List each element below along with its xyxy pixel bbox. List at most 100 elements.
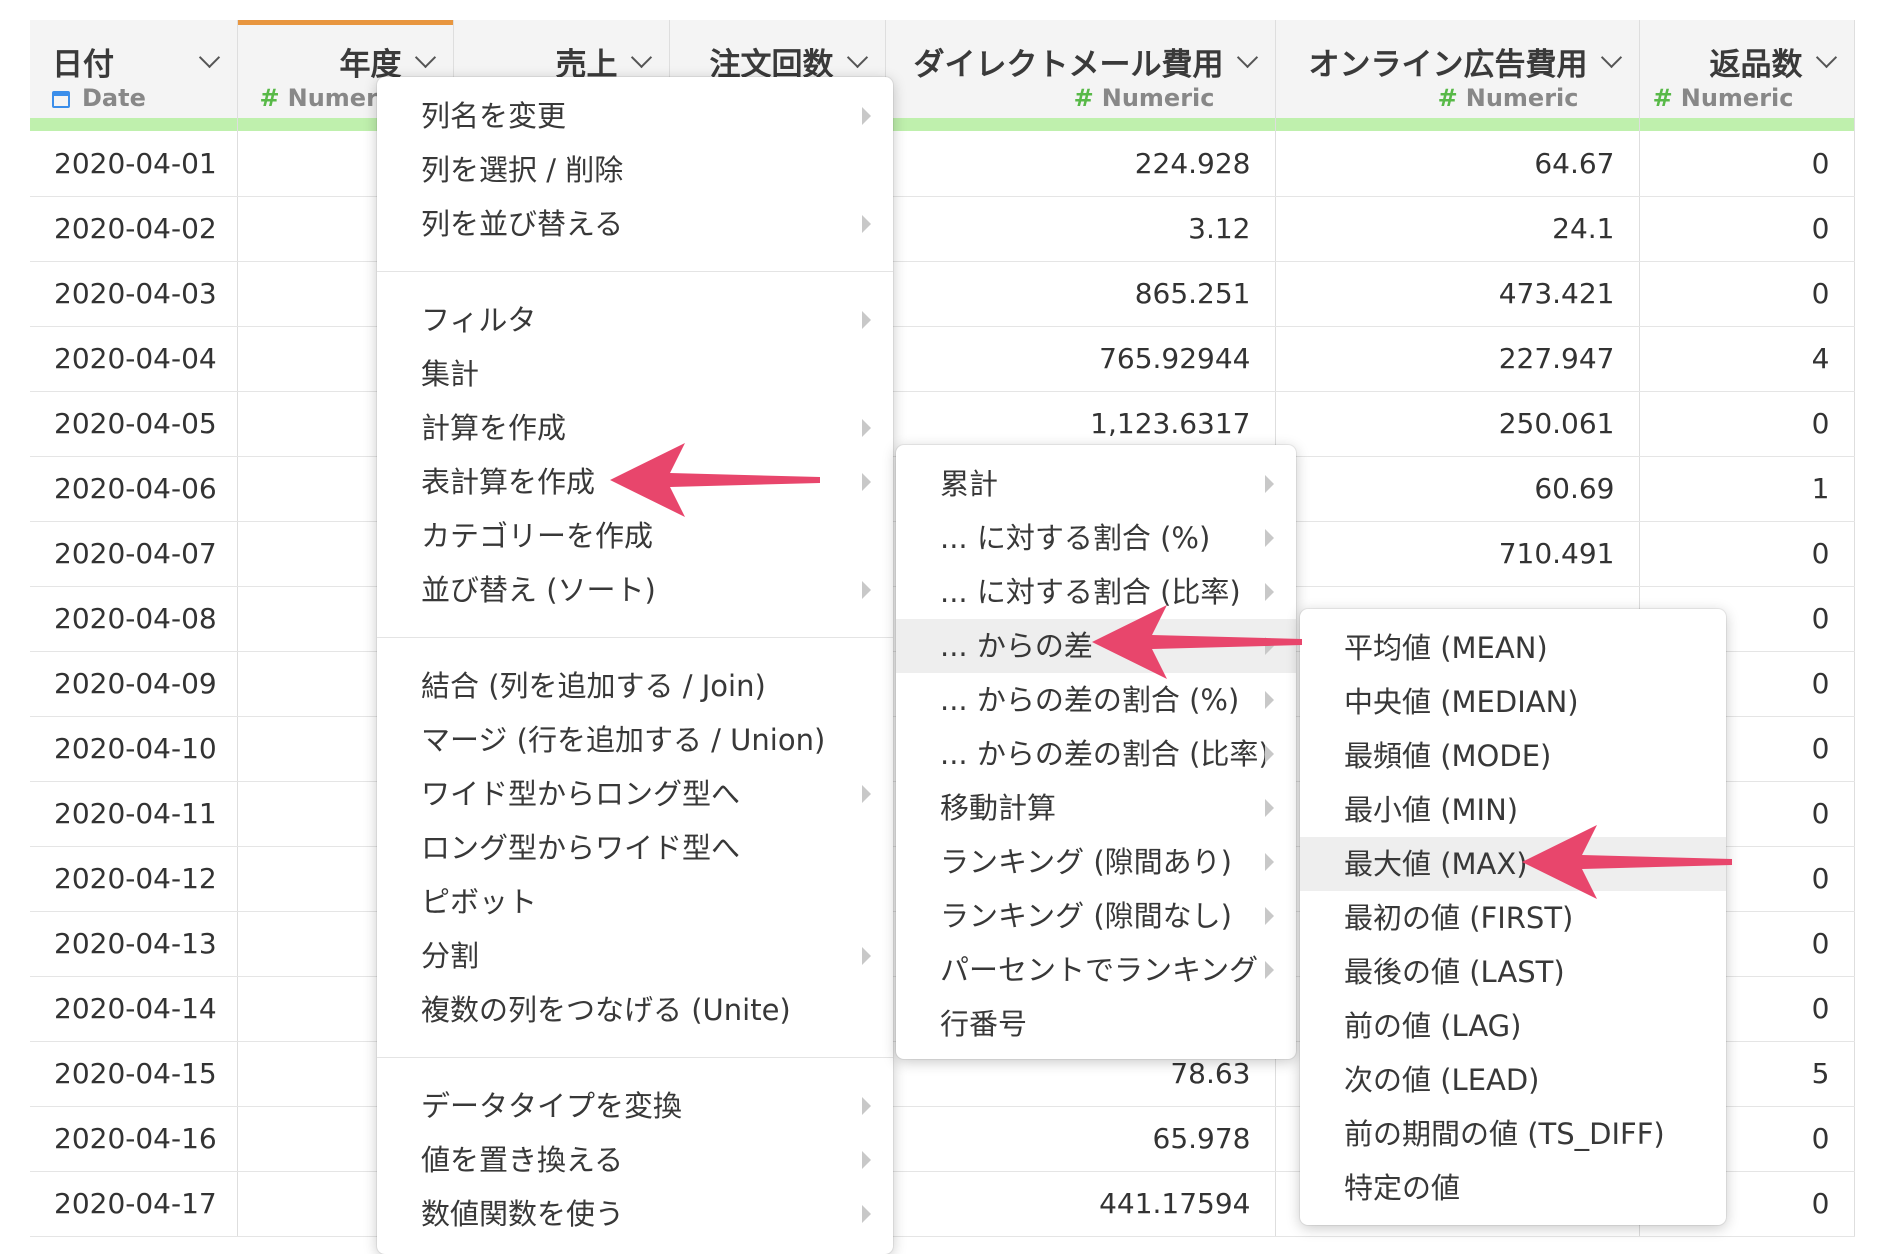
table-cell[interactable]: 3.12	[885, 196, 1276, 262]
menu-item-label: ピボット	[421, 885, 538, 919]
menu-item[interactable]: 列名を変更	[377, 89, 893, 143]
menu-item[interactable]: 数値関数を使う	[377, 1187, 893, 1241]
menu-item[interactable]: ... からの差の割合 (%)	[896, 673, 1296, 727]
menu-item[interactable]: 前の期間の値 (TS_DIFF)	[1300, 1107, 1726, 1161]
column-header[interactable]: オンライン広告費用 # Numeric	[1275, 20, 1640, 118]
menu-item-label: ランキング (隙間なし)	[940, 899, 1232, 933]
menu-item[interactable]: 分割	[377, 929, 893, 983]
menu-item[interactable]: 最大値 (MAX)	[1300, 837, 1726, 891]
menu-item[interactable]: 表計算を作成	[377, 455, 893, 509]
table-cell[interactable]: 0	[1639, 196, 1855, 262]
menu-item[interactable]: 中央値 (MEDIAN)	[1300, 675, 1726, 729]
menu-item-label: 最小値 (MIN)	[1344, 793, 1519, 827]
table-cell[interactable]: 0	[1639, 521, 1855, 587]
table-cell[interactable]: 2020-04-03	[30, 261, 238, 327]
menu-item[interactable]: 並び替え (ソート)	[377, 563, 893, 617]
table-cell[interactable]: 2020-04-12	[30, 846, 238, 912]
column-header[interactable]: 返品数 # Numeric	[1639, 20, 1855, 118]
menu-item[interactable]: ... に対する割合 (比率)	[896, 565, 1296, 619]
menu-item-label: 前の期間の値 (TS_DIFF)	[1344, 1117, 1665, 1151]
menu-item[interactable]: ワイド型からロング型へ	[377, 767, 893, 821]
table-cell[interactable]: 2020-04-06	[30, 456, 238, 522]
menu-item[interactable]: カテゴリーを作成	[377, 509, 893, 563]
table-cell[interactable]: 2020-04-14	[30, 976, 238, 1042]
table-cell[interactable]: 473.421	[1275, 261, 1640, 327]
table-cell[interactable]: 65.978	[885, 1106, 1276, 1172]
menu-item[interactable]: ... に対する割合 (%)	[896, 511, 1296, 565]
table-cell[interactable]: 64.67	[1275, 131, 1640, 197]
menu-item[interactable]: 最小値 (MIN)	[1300, 783, 1726, 837]
column-header[interactable]: ダイレクトメール費用 # Numeric	[885, 20, 1276, 118]
table-cell[interactable]: 2020-04-05	[30, 391, 238, 457]
table-cell[interactable]: 765.92944	[885, 326, 1276, 392]
menu-item[interactable]: 集計	[377, 347, 893, 401]
column-type: # Numeric	[260, 84, 401, 112]
table-cell[interactable]: 2020-04-04	[30, 326, 238, 392]
menu-item[interactable]: ランキング (隙間なし)	[896, 889, 1296, 943]
chevron-down-icon[interactable]	[846, 46, 868, 69]
menu-item[interactable]: 移動計算	[896, 781, 1296, 835]
table-cell[interactable]: 2020-04-09	[30, 651, 238, 717]
menu-item-label: 値を置き換える	[421, 1143, 624, 1177]
table-cell[interactable]: 2020-04-07	[30, 521, 238, 587]
column-name: オンライン広告費用	[1298, 39, 1622, 84]
menu-item-label: データタイプを変換	[421, 1089, 683, 1123]
menu-item[interactable]: 複数の列をつなげる (Unite)	[377, 983, 893, 1037]
table-cell[interactable]: 24.1	[1275, 196, 1640, 262]
chevron-down-icon[interactable]	[630, 46, 652, 69]
table-cell[interactable]: 2020-04-10	[30, 716, 238, 782]
table-cell[interactable]: 2020-04-02	[30, 196, 238, 262]
table-cell[interactable]: 250.061	[1275, 391, 1640, 457]
menu-item[interactable]: 値を置き換える	[377, 1133, 893, 1187]
menu-item[interactable]: ... からの差の割合 (比率)	[896, 727, 1296, 781]
chevron-down-icon[interactable]	[1236, 46, 1258, 69]
table-cell[interactable]: 2020-04-15	[30, 1041, 238, 1107]
menu-item[interactable]: 次の値 (LEAD)	[1300, 1053, 1726, 1107]
table-cell[interactable]: 0	[1639, 391, 1855, 457]
chevron-down-icon[interactable]	[1815, 46, 1837, 69]
table-cell[interactable]: 710.491	[1275, 521, 1640, 587]
chevron-right-icon	[1265, 907, 1274, 925]
menu-item[interactable]: 最初の値 (FIRST)	[1300, 891, 1726, 945]
menu-item[interactable]: 累計	[896, 457, 1296, 511]
menu-item[interactable]: 最後の値 (LAST)	[1300, 945, 1726, 999]
menu-item[interactable]: 行番号	[896, 997, 1296, 1051]
chevron-down-icon[interactable]	[1600, 46, 1622, 69]
column-header[interactable]: 日付 Date	[30, 20, 238, 118]
table-cell[interactable]: 224.928	[885, 131, 1276, 197]
table-cell[interactable]: 0	[1639, 131, 1855, 197]
menu-item[interactable]: ... からの差	[896, 619, 1296, 673]
menu-item[interactable]: データタイプを変換	[377, 1079, 893, 1133]
table-cell[interactable]: 60.69	[1275, 456, 1640, 522]
table-cell[interactable]: 227.947	[1275, 326, 1640, 392]
menu-item[interactable]: 列を選択 / 削除	[377, 143, 893, 197]
menu-item[interactable]: フィルタ	[377, 293, 893, 347]
table-cell[interactable]: 2020-04-11	[30, 781, 238, 847]
menu-item-label: 数値関数を使う	[421, 1197, 625, 1231]
table-cell[interactable]: 2020-04-01	[30, 131, 238, 197]
menu-item[interactable]: 前の値 (LAG)	[1300, 999, 1726, 1053]
hash-icon: #	[1437, 84, 1458, 112]
chevron-down-icon[interactable]	[198, 46, 220, 69]
menu-item[interactable]: ピボット	[377, 875, 893, 929]
menu-item[interactable]: ロング型からワイド型へ	[377, 821, 893, 875]
table-cell[interactable]: 1	[1639, 456, 1855, 522]
menu-item[interactable]: 結合 (列を追加する / Join)	[377, 659, 893, 713]
table-cell[interactable]: 441.17594	[885, 1171, 1276, 1237]
menu-item[interactable]: 計算を作成	[377, 401, 893, 455]
table-cell[interactable]: 4	[1639, 326, 1855, 392]
table-cell[interactable]: 865.251	[885, 261, 1276, 327]
menu-item[interactable]: ランキング (隙間あり)	[896, 835, 1296, 889]
table-cell[interactable]: 2020-04-17	[30, 1171, 238, 1237]
menu-item[interactable]: 特定の値	[1300, 1161, 1726, 1215]
menu-item[interactable]: パーセントでランキング	[896, 943, 1296, 997]
table-cell[interactable]: 2020-04-13	[30, 911, 238, 977]
table-cell[interactable]: 2020-04-16	[30, 1106, 238, 1172]
menu-item[interactable]: マージ (行を追加する / Union)	[377, 713, 893, 767]
menu-item[interactable]: 列を並び替える	[377, 197, 893, 251]
table-cell[interactable]: 2020-04-08	[30, 586, 238, 652]
chevron-down-icon[interactable]	[414, 46, 436, 69]
menu-item[interactable]: 平均値 (MEAN)	[1300, 621, 1726, 675]
table-cell[interactable]: 0	[1639, 261, 1855, 327]
menu-item[interactable]: 最頻値 (MODE)	[1300, 729, 1726, 783]
